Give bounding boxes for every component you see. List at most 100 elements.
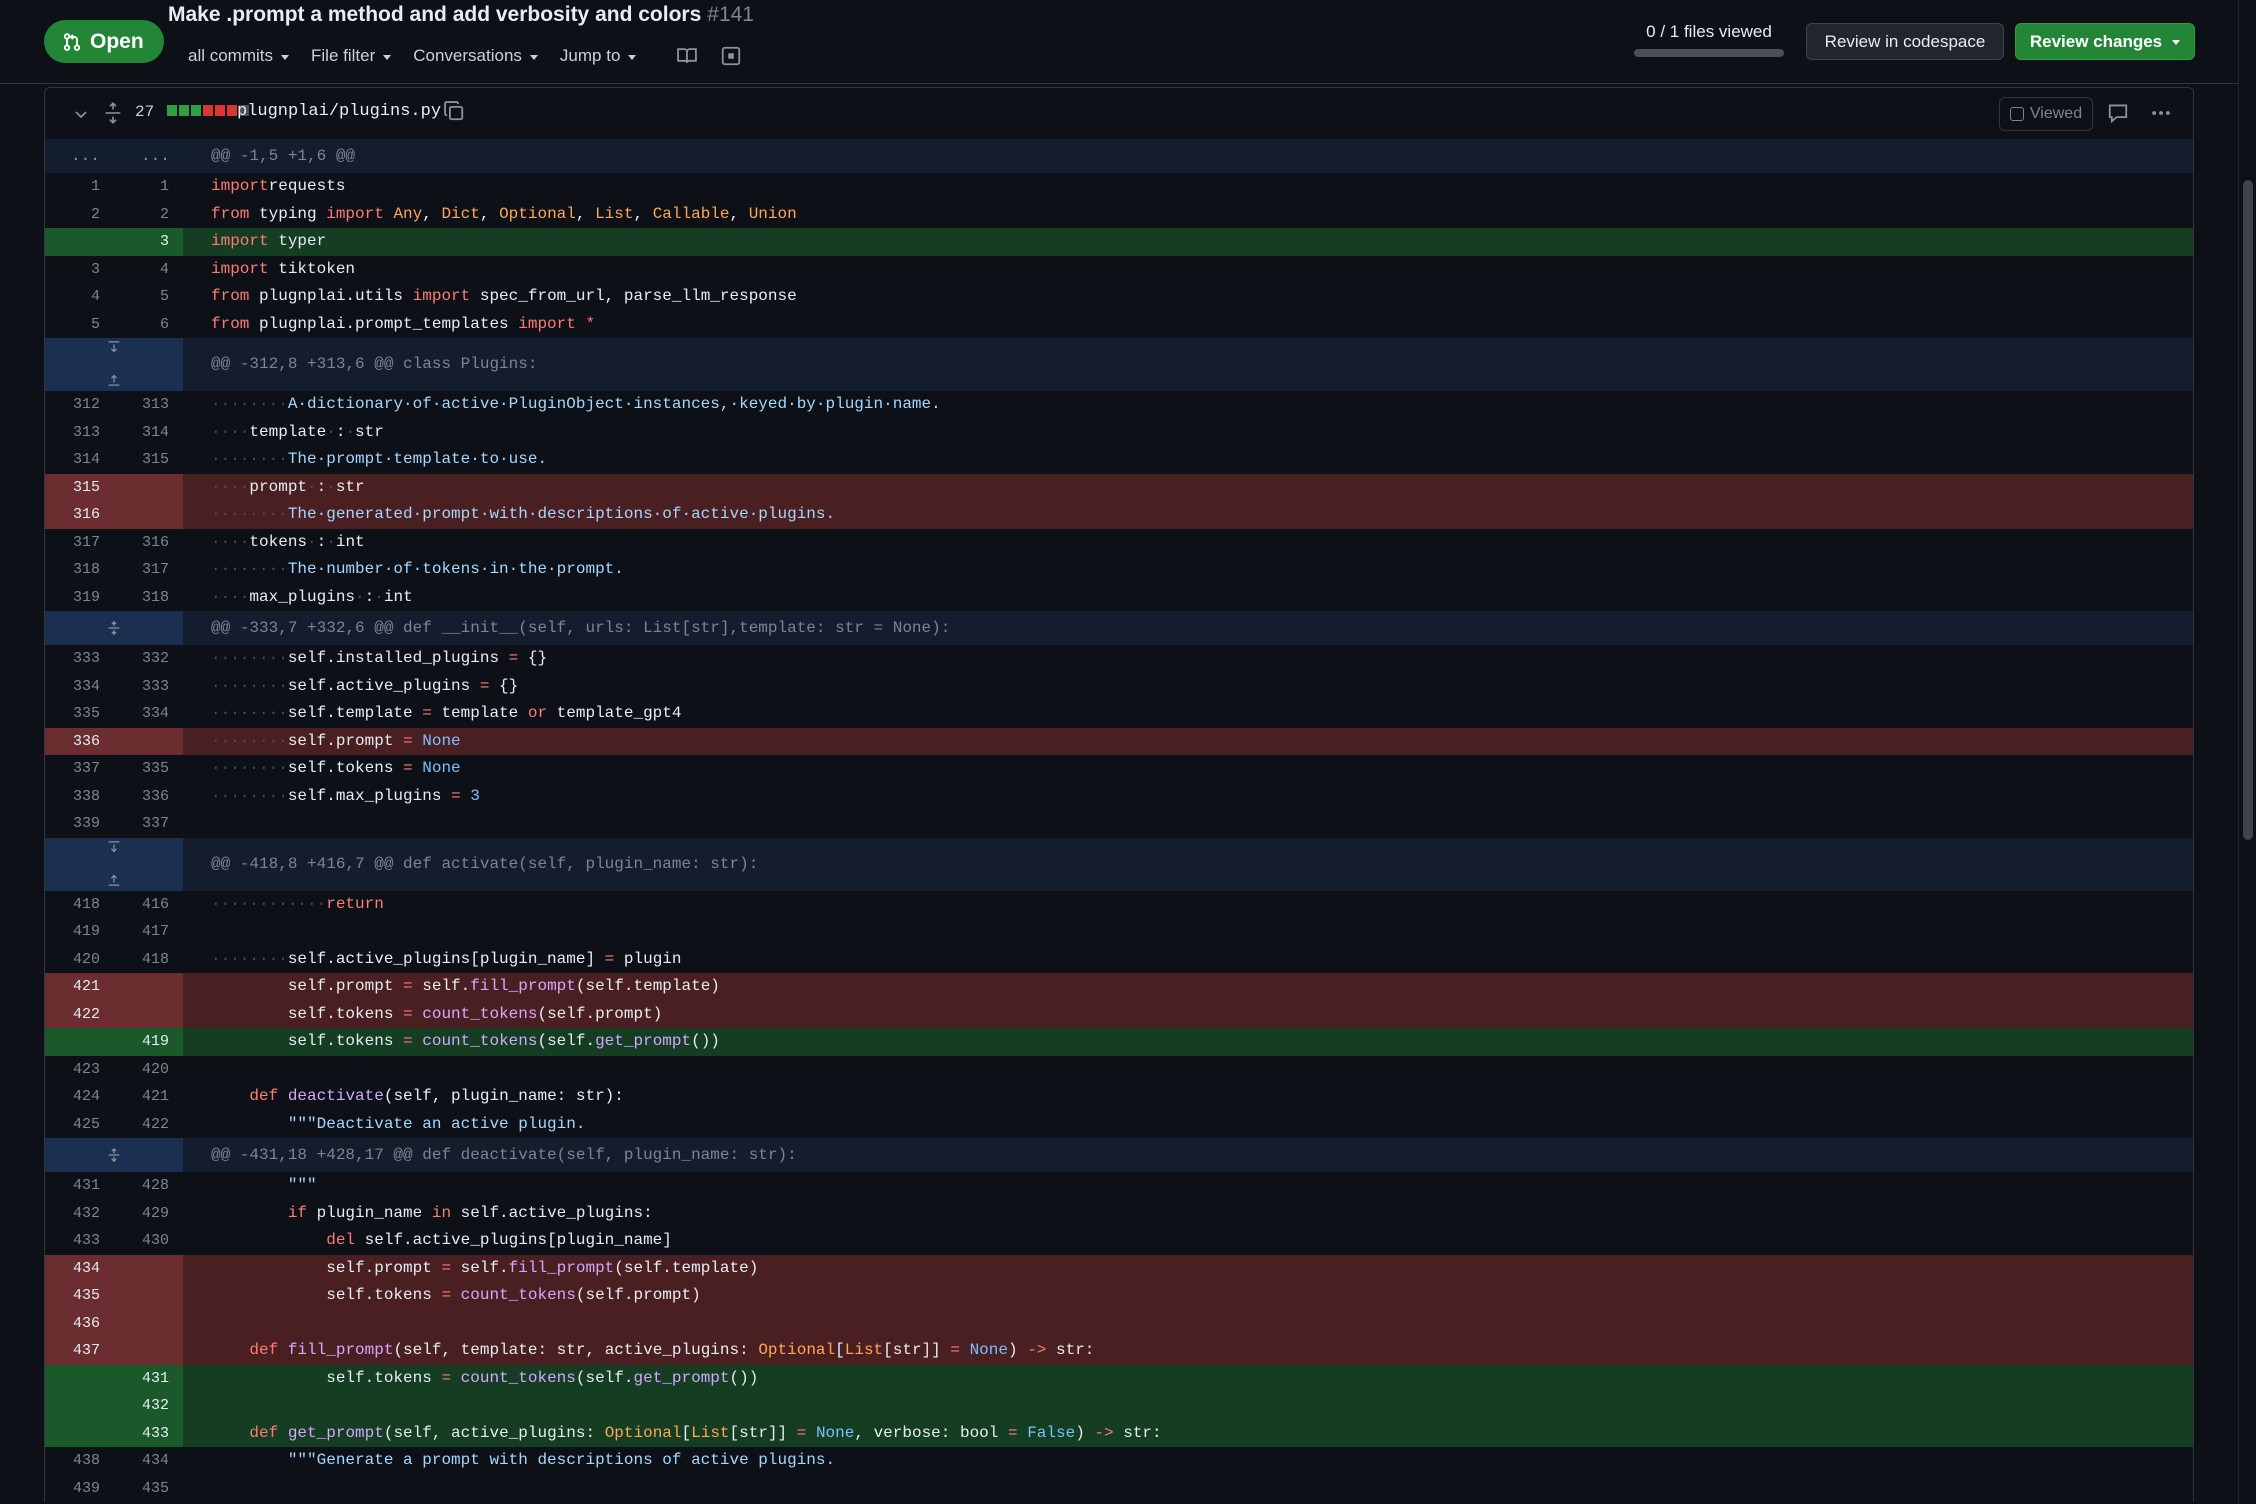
conversations-dropdown[interactable]: Conversations xyxy=(413,46,538,66)
old-line-number[interactable]: 3 xyxy=(45,255,114,283)
new-line-number[interactable]: 1 xyxy=(114,173,183,201)
old-line-number[interactable] xyxy=(45,1028,114,1056)
expand-up-icon[interactable] xyxy=(107,872,121,886)
old-line-number[interactable] xyxy=(45,1392,114,1420)
old-line-number[interactable]: 432 xyxy=(45,1199,114,1227)
new-line-number[interactable]: 417 xyxy=(114,918,183,946)
old-line-number[interactable]: 337 xyxy=(45,755,114,783)
new-line-number[interactable] xyxy=(114,473,183,501)
old-line-number[interactable]: 424 xyxy=(45,1083,114,1111)
old-line-number[interactable]: 436 xyxy=(45,1309,114,1337)
old-line-number[interactable]: 312 xyxy=(45,391,114,419)
new-line-number[interactable]: 318 xyxy=(114,583,183,611)
new-line-number[interactable]: 422 xyxy=(114,1110,183,1138)
new-line-number[interactable] xyxy=(114,973,183,1001)
new-line-number[interactable] xyxy=(114,1309,183,1337)
new-line-number[interactable]: 316 xyxy=(114,528,183,556)
old-line-number[interactable]: 336 xyxy=(45,727,114,755)
jump-to-dropdown[interactable]: Jump to xyxy=(560,46,637,66)
new-line-number[interactable] xyxy=(114,501,183,529)
old-line-number[interactable] xyxy=(45,1364,114,1392)
old-line-number[interactable]: 1 xyxy=(45,173,114,201)
kebab-horizontal-icon[interactable] xyxy=(2149,102,2173,124)
old-line-number[interactable]: 420 xyxy=(45,945,114,973)
scrollbar-thumb[interactable] xyxy=(2243,180,2253,840)
new-line-number[interactable]: 4 xyxy=(114,255,183,283)
file-filter-dropdown[interactable]: File filter xyxy=(311,46,392,66)
viewed-checkbox[interactable]: Viewed xyxy=(1999,97,2093,131)
old-line-number[interactable]: 338 xyxy=(45,782,114,810)
new-line-number[interactable]: 336 xyxy=(114,782,183,810)
new-line-number[interactable]: 335 xyxy=(114,755,183,783)
new-line-number[interactable]: 432 xyxy=(114,1392,183,1420)
expand-all-icon[interactable] xyxy=(103,102,123,124)
new-line-number[interactable]: 313 xyxy=(114,391,183,419)
hunk-expander[interactable] xyxy=(45,1138,183,1172)
old-line-number[interactable]: 423 xyxy=(45,1055,114,1083)
hunk-expander[interactable] xyxy=(45,837,183,891)
old-line-number[interactable]: 335 xyxy=(45,700,114,728)
hunk-expander[interactable] xyxy=(45,611,183,645)
old-line-number[interactable]: 314 xyxy=(45,446,114,474)
new-line-number[interactable]: 431 xyxy=(114,1364,183,1392)
copy-icon[interactable] xyxy=(443,100,465,122)
all-commits-dropdown[interactable]: all commits xyxy=(188,46,290,66)
new-line-number[interactable]: 418 xyxy=(114,945,183,973)
expand-up-icon[interactable] xyxy=(107,372,121,386)
old-line-number[interactable]: 333 xyxy=(45,645,114,673)
new-line-number[interactable]: 429 xyxy=(114,1199,183,1227)
old-line-number[interactable]: 4 xyxy=(45,283,114,311)
new-line-number[interactable]: 434 xyxy=(114,1447,183,1475)
old-line-number[interactable]: 433 xyxy=(45,1227,114,1255)
old-line-number[interactable]: 318 xyxy=(45,556,114,584)
old-line-number[interactable]: 5 xyxy=(45,310,114,338)
page-scrollbar[interactable] xyxy=(2238,0,2256,1504)
new-line-number[interactable]: 2 xyxy=(114,200,183,228)
file-path[interactable]: plugnplai/plugins.py xyxy=(237,102,441,121)
expand-down-icon[interactable] xyxy=(107,840,121,855)
old-line-number[interactable]: 425 xyxy=(45,1110,114,1138)
old-line-number[interactable]: 437 xyxy=(45,1337,114,1365)
new-line-number[interactable]: 332 xyxy=(114,645,183,673)
new-line-number[interactable]: 435 xyxy=(114,1474,183,1502)
new-line-number[interactable]: 428 xyxy=(114,1172,183,1200)
new-line-number[interactable]: 5 xyxy=(114,283,183,311)
new-line-number[interactable]: 433 xyxy=(114,1419,183,1447)
new-line-number[interactable] xyxy=(114,727,183,755)
review-in-codespace-button[interactable]: Review in codespace xyxy=(1806,23,2004,60)
old-line-number[interactable] xyxy=(45,228,114,256)
expand-both-icon[interactable] xyxy=(107,1148,121,1162)
expand-both-icon[interactable] xyxy=(107,621,121,635)
old-line-number[interactable]: 431 xyxy=(45,1172,114,1200)
old-line-number[interactable]: 334 xyxy=(45,672,114,700)
new-line-number[interactable]: 337 xyxy=(114,810,183,838)
hunk-expander[interactable] xyxy=(45,338,183,391)
old-line-number[interactable]: 439 xyxy=(45,1474,114,1502)
new-line-number[interactable]: 416 xyxy=(114,890,183,918)
old-line-number[interactable]: 435 xyxy=(45,1282,114,1310)
old-line-number[interactable]: 313 xyxy=(45,418,114,446)
new-line-number[interactable] xyxy=(114,1000,183,1028)
old-line-number[interactable]: 419 xyxy=(45,918,114,946)
diff-settings-icon[interactable] xyxy=(720,45,742,67)
old-line-number[interactable]: 434 xyxy=(45,1254,114,1282)
comment-icon[interactable] xyxy=(2107,102,2129,124)
new-line-number[interactable]: 315 xyxy=(114,446,183,474)
old-line-number[interactable]: 422 xyxy=(45,1000,114,1028)
new-line-number[interactable]: 430 xyxy=(114,1227,183,1255)
old-line-number[interactable]: 316 xyxy=(45,501,114,529)
old-line-number[interactable]: 2 xyxy=(45,200,114,228)
old-line-number[interactable]: 339 xyxy=(45,810,114,838)
new-line-number[interactable] xyxy=(114,1337,183,1365)
new-line-number[interactable]: 6 xyxy=(114,310,183,338)
new-line-number[interactable] xyxy=(114,1254,183,1282)
old-line-number[interactable]: 317 xyxy=(45,528,114,556)
old-line-number[interactable]: 438 xyxy=(45,1447,114,1475)
expand-down-icon[interactable] xyxy=(107,341,121,355)
new-line-number[interactable] xyxy=(114,1282,183,1310)
new-line-number[interactable]: 317 xyxy=(114,556,183,584)
review-changes-button[interactable]: Review changes xyxy=(2015,23,2195,60)
book-icon[interactable] xyxy=(676,45,698,67)
chevron-down-icon[interactable] xyxy=(73,106,89,122)
new-line-number[interactable]: 421 xyxy=(114,1083,183,1111)
